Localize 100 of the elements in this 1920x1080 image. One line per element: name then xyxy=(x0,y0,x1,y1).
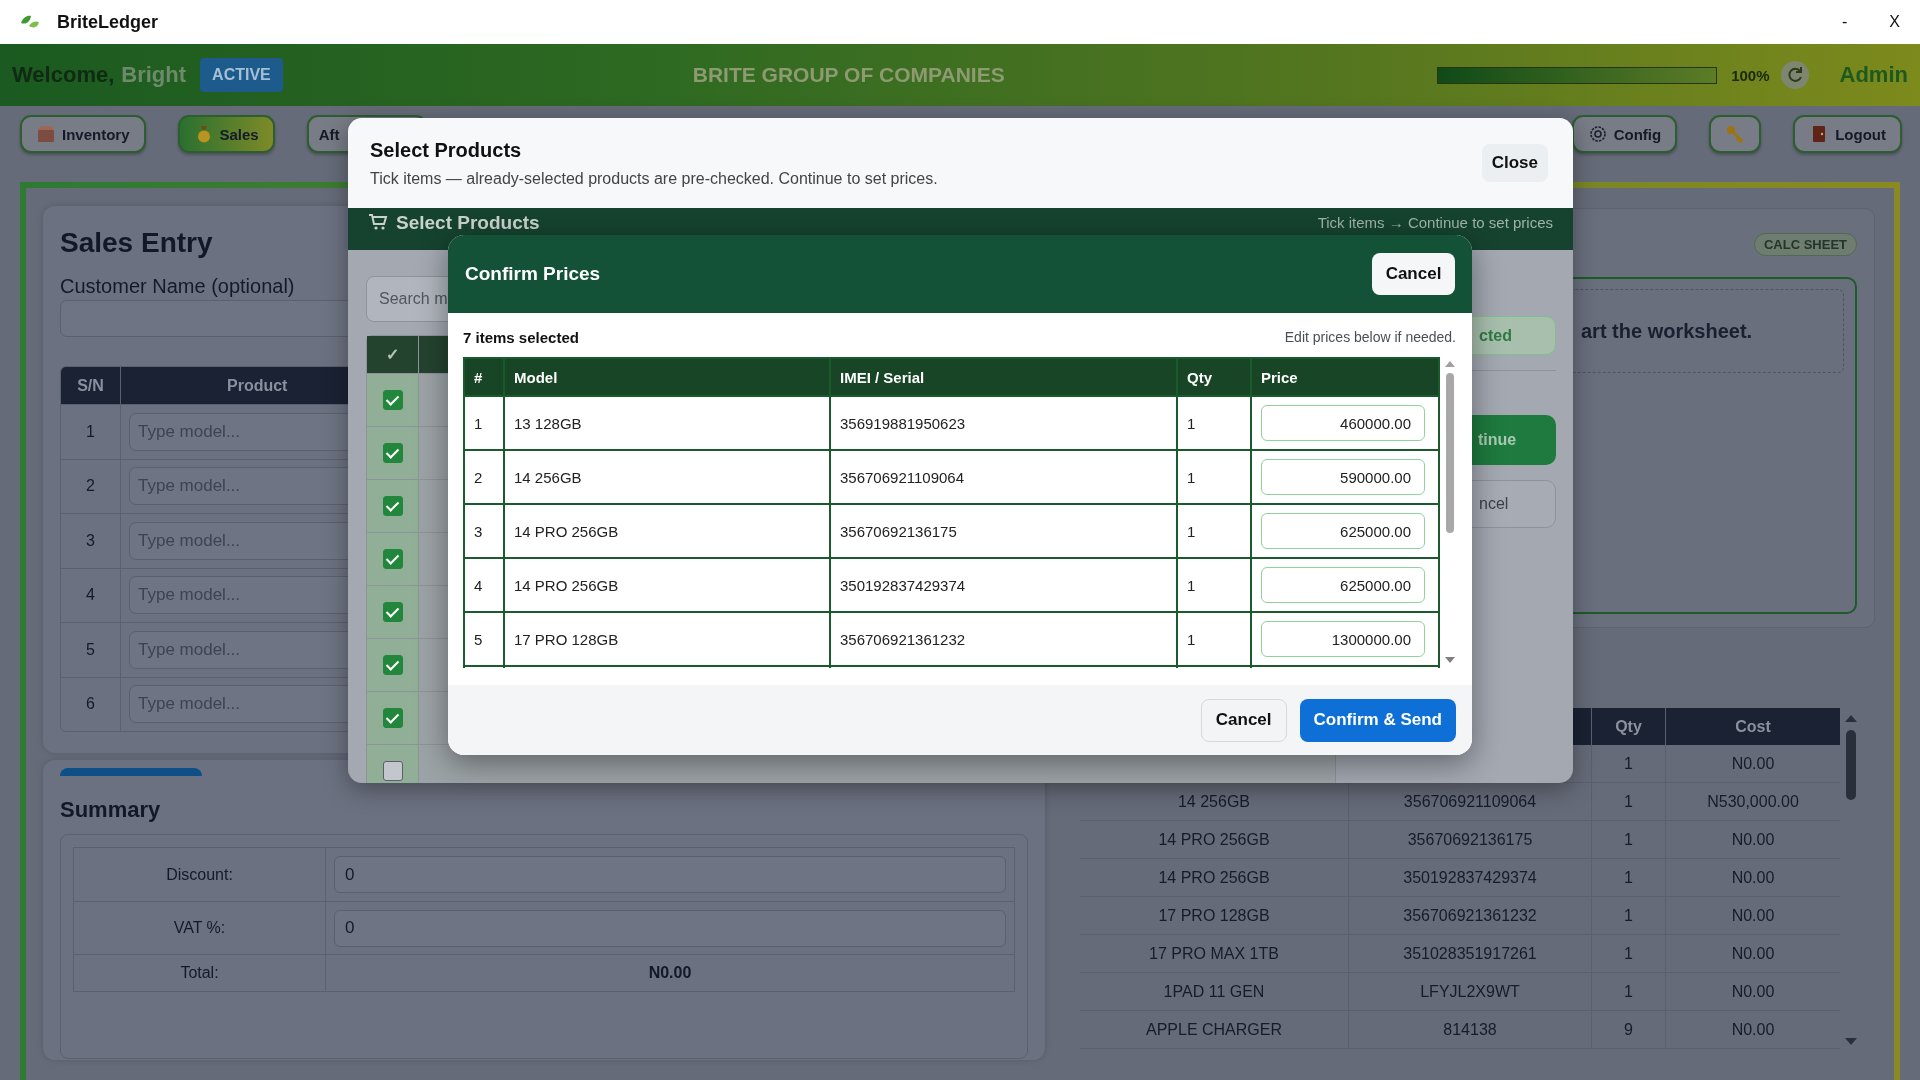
table-cell: 1PAD 11 GEN xyxy=(1080,973,1349,1010)
table-cell-text: N0.00 xyxy=(1730,905,1776,926)
gear-icon xyxy=(1587,124,1608,144)
dialog-subtitle: Tick items — already-selected products are pre-checked. Continue to set prices. xyxy=(370,169,939,188)
column-header: Model xyxy=(504,358,830,396)
checkbox[interactable] xyxy=(382,655,403,675)
price-field[interactable]: 625000.00 xyxy=(1261,513,1425,549)
row-number: 2 xyxy=(61,459,121,513)
column-header: Product xyxy=(227,376,288,395)
column-header: Qty xyxy=(1592,708,1666,745)
column-header: Cost xyxy=(1734,716,1772,737)
role-label: Admin xyxy=(1839,62,1908,88)
price-field[interactable]: 625000.00 xyxy=(1261,567,1425,603)
column-header: Qty xyxy=(1177,358,1251,396)
table-cell: APPLE CHARGER xyxy=(1080,1011,1349,1048)
table-cell: 1 xyxy=(464,396,504,450)
total-value: N0.00 xyxy=(648,964,692,982)
table-cell: 17 PRO MAX 1TB xyxy=(1080,935,1349,972)
key-icon xyxy=(1725,124,1746,144)
table-cell: 1 xyxy=(1177,450,1251,504)
nav-tab[interactable]: Sales xyxy=(177,115,275,153)
row-number: 5 xyxy=(61,623,121,677)
table-cell: 14 256GB xyxy=(504,450,830,504)
cancel-button[interactable]: Cancel xyxy=(1200,698,1287,742)
checkbox[interactable] xyxy=(382,496,403,516)
table-cell: 2 xyxy=(464,450,504,504)
worksheet-hint: art the worksheet. xyxy=(1581,319,1753,343)
checkbox[interactable] xyxy=(382,602,403,622)
table-cell: 1 xyxy=(1592,935,1666,972)
dialog-title: Select Products xyxy=(370,138,523,162)
summary-label: VAT %: xyxy=(74,902,326,954)
summary-field[interactable]: 0 xyxy=(334,856,1006,893)
section-hint: Tick items → Continue to set prices xyxy=(1317,214,1553,231)
table-cell: 1 xyxy=(1177,612,1251,666)
table-cell: 4 xyxy=(464,558,504,612)
close-button[interactable]: X xyxy=(1883,11,1906,33)
nav-tab[interactable]: Config xyxy=(1571,115,1678,153)
close-button[interactable]: Close xyxy=(1481,144,1548,182)
hint-text: Edit prices below if needed. xyxy=(1284,329,1456,345)
price-field[interactable]: 1300000.00 xyxy=(1261,621,1425,657)
checkbox[interactable] xyxy=(382,708,403,728)
table-cell: 356919881950623 xyxy=(830,396,1177,450)
table-cell: 356706921361232 xyxy=(830,612,1177,666)
cart-icon xyxy=(368,212,388,232)
row-number: 4 xyxy=(61,568,121,622)
calc-badge: CALC SHEET xyxy=(1753,233,1857,256)
confirm-button[interactable]: Confirm & Send xyxy=(1299,698,1456,742)
table-cell-text: N0.00 xyxy=(1730,753,1776,774)
refresh-icon[interactable] xyxy=(1779,60,1810,90)
table-cell: 14 PRO 256GB xyxy=(504,504,830,558)
table-cell: 17 PRO 128GB xyxy=(504,612,830,666)
table-cell-text: N0.00 xyxy=(1730,1019,1776,1040)
table-cell: 14 PRO 256GB xyxy=(1080,821,1349,858)
progress-reading: 100% xyxy=(1731,66,1770,84)
table-cell-text: N530,000.00 xyxy=(1706,791,1800,812)
checkbox[interactable] xyxy=(382,443,403,463)
table-cell: 17 PRO 128GB xyxy=(1080,897,1349,934)
table-cell: 1 xyxy=(1592,859,1666,896)
nav-tab[interactable]: Inventory xyxy=(20,115,146,153)
table-cell: 14 PRO 256GB xyxy=(1080,859,1349,896)
leaf-icon xyxy=(20,14,40,30)
table-cell: 814138 xyxy=(1349,1011,1592,1048)
summary-label: Discount: xyxy=(74,848,326,901)
summary-field[interactable]: 0 xyxy=(334,909,1006,947)
checkbox[interactable] xyxy=(382,549,403,569)
status-badge: ACTIVE xyxy=(200,58,283,92)
table-cell-text: N0.00 xyxy=(1730,867,1776,888)
table-cell: 35670692136175 xyxy=(1349,821,1592,858)
table-cell: 350192837429374 xyxy=(830,558,1177,612)
nav-tab[interactable]: Logout xyxy=(1793,115,1902,153)
price-field[interactable]: 460000.00 xyxy=(1261,405,1425,441)
field-label: Customer Name (optional) xyxy=(60,274,295,298)
minimize-button[interactable]: - xyxy=(1836,11,1854,33)
table-cell: LFYJL2X9WT xyxy=(1349,973,1592,1010)
column-header: # xyxy=(464,358,504,396)
table-cell-text: N0.00 xyxy=(1730,981,1776,1002)
table-cell: 1 xyxy=(1177,558,1251,612)
app-title: BriteLedger xyxy=(57,11,159,33)
company-name: BRITE GROUP OF COMPANIES xyxy=(692,63,1005,87)
table-cell: 5 xyxy=(464,612,504,666)
table-cell: 1 xyxy=(1177,396,1251,450)
table-cell: 351028351917261 xyxy=(1349,935,1592,972)
table-cell: 9 xyxy=(1592,1011,1666,1048)
section-title: Sales Entry xyxy=(60,226,213,260)
checkbox[interactable] xyxy=(382,761,403,781)
table-cell: 350192837429374 xyxy=(1349,859,1592,896)
table-cell: 1 xyxy=(1592,783,1666,820)
table-cell: 3 xyxy=(464,504,504,558)
cancel-button[interactable]: Cancel xyxy=(1372,253,1455,295)
column-header: IMEI / Serial xyxy=(830,358,1177,396)
table-cell: 14 PRO 256GB xyxy=(504,558,830,612)
price-field[interactable]: 590000.00 xyxy=(1261,459,1425,495)
column-header: Price xyxy=(1251,358,1439,396)
table-cell: 1 xyxy=(1592,821,1666,858)
selection-count: 7 items selected xyxy=(463,328,579,346)
table-cell: 1 xyxy=(1592,897,1666,934)
table-cell: 1 xyxy=(1592,745,1666,782)
section-title: Summary xyxy=(60,796,161,824)
table-cell: 356706921109064 xyxy=(830,450,1177,504)
checkbox[interactable] xyxy=(382,390,403,410)
